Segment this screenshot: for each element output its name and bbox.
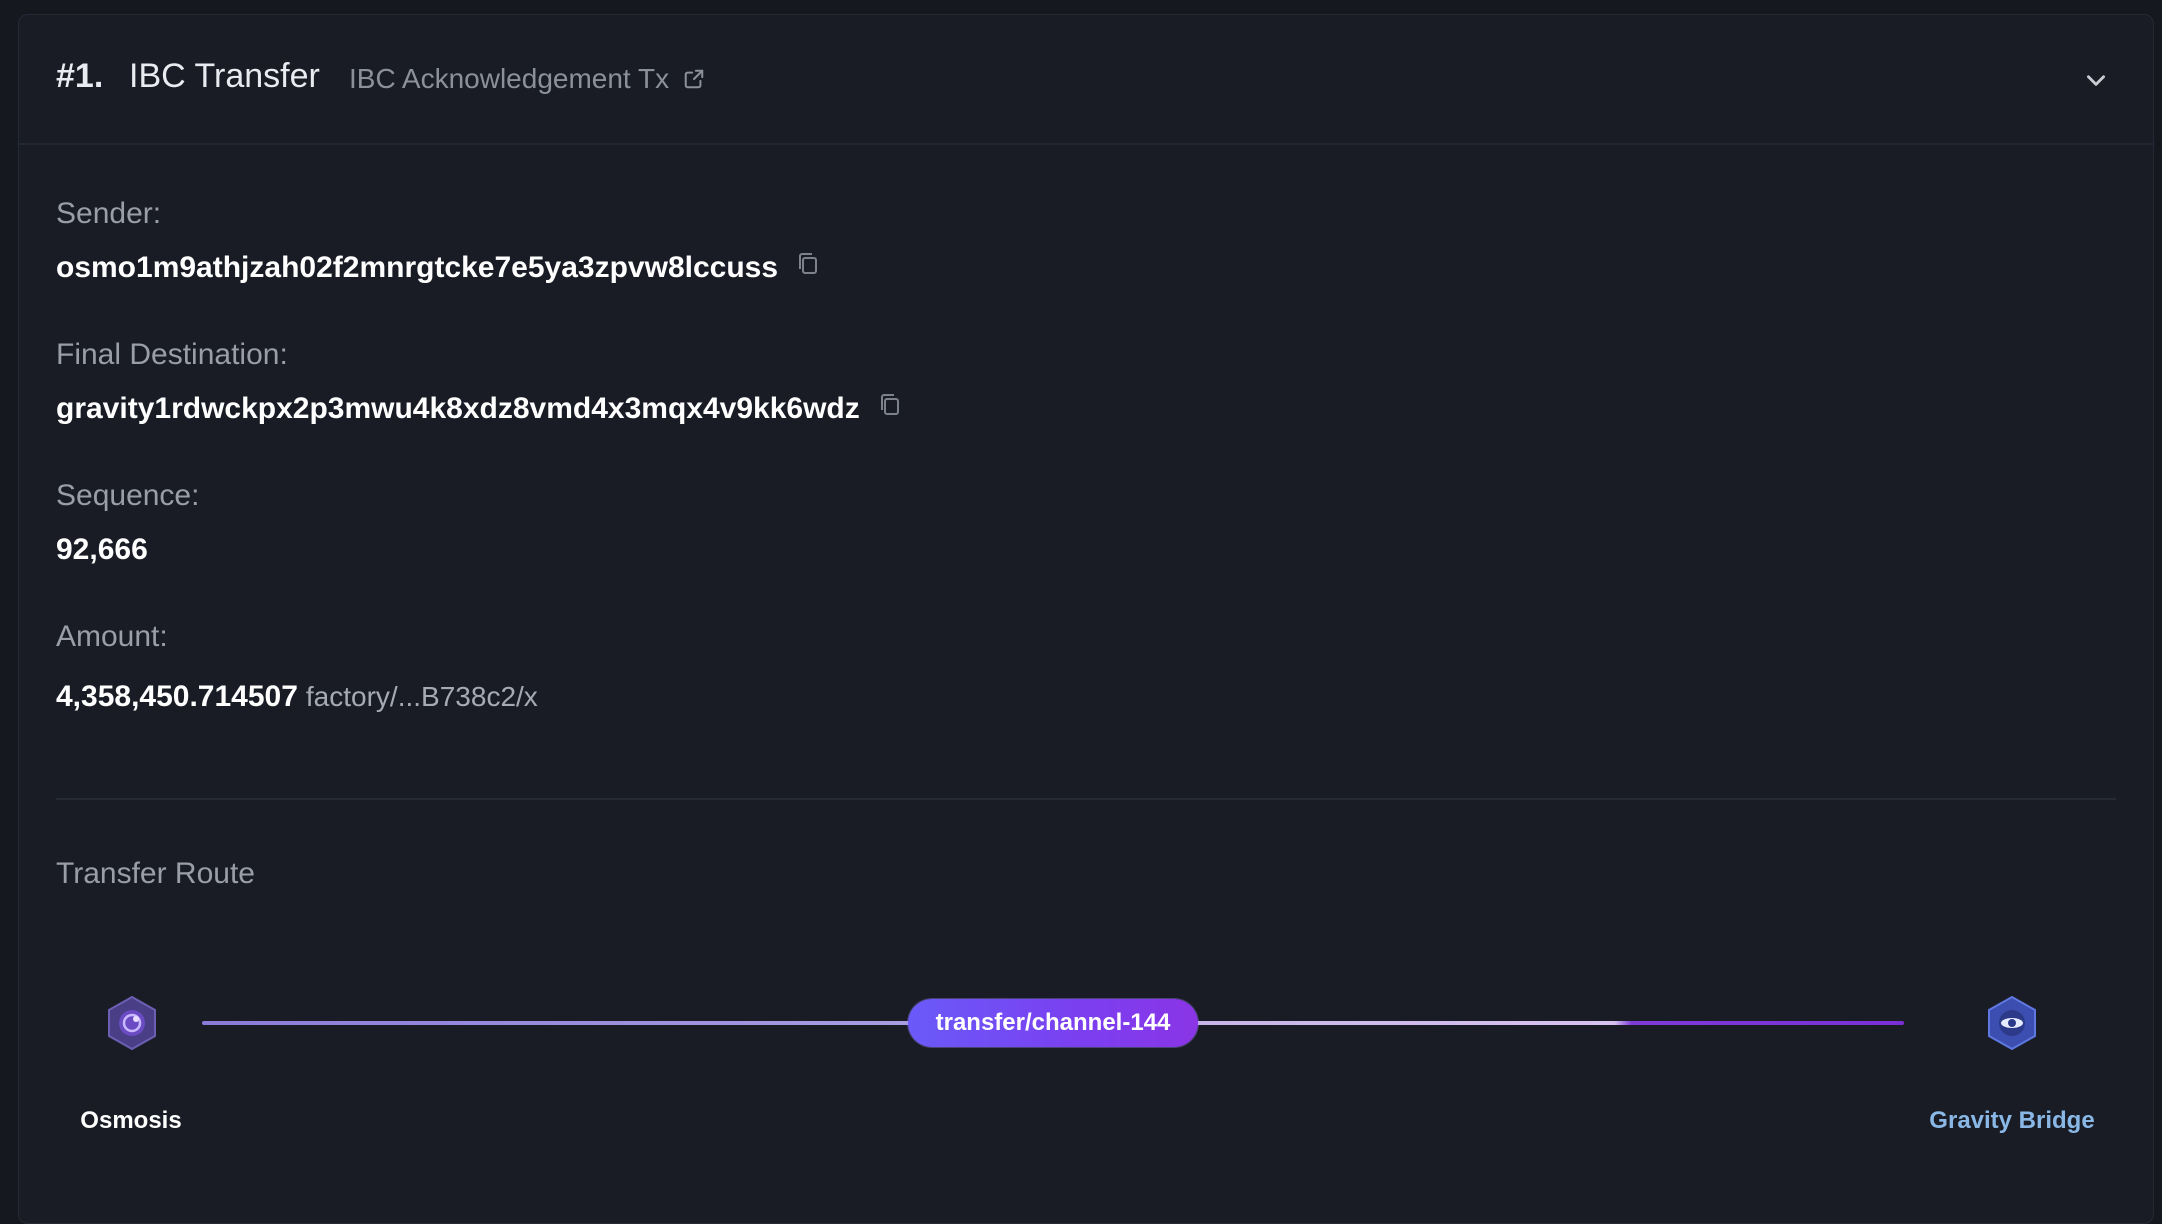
destination-chain-label[interactable]: Gravity Bridge: [1929, 1107, 2094, 1135]
destination-field: Final Destination: gravity1rdwckpx2p3mwu…: [56, 338, 902, 426]
sender-label: Sender:: [56, 197, 162, 230]
sequence-value: 92,666: [56, 533, 148, 566]
amount-value: 4,358,450.714507: [56, 680, 298, 713]
osmosis-icon: [104, 995, 160, 1051]
channel-badge: transfer/channel-144: [908, 999, 1198, 1047]
destination-value: gravity1rdwckpx2p3mwu4k8xdz8vmd4x3mqx4v9…: [56, 392, 860, 425]
copy-sender-icon[interactable]: [796, 251, 820, 285]
transfer-card: #1. IBC Transfer IBC Acknowledgement Tx …: [18, 14, 2154, 1224]
copy-destination-icon[interactable]: [878, 392, 902, 426]
gravity-bridge-icon: [1984, 995, 2040, 1051]
card-header[interactable]: #1. IBC Transfer IBC Acknowledgement Tx: [19, 15, 2153, 145]
sender-field: Sender: osmo1m9athjzah02f2mnrgtcke7e5ya3…: [56, 197, 820, 285]
amount-field: Amount: 4,358,450.714507 factory/...B738…: [56, 620, 538, 714]
sender-value: osmo1m9athjzah02f2mnrgtcke7e5ya3zpvw8lcc…: [56, 251, 779, 284]
transfer-route-title: Transfer Route: [56, 857, 255, 890]
transfer-route: transfer/channel-144 Osmosis Gravity Bri…: [19, 995, 2155, 1155]
sequence-field: Sequence: 92,666: [56, 479, 199, 567]
section-divider: [56, 798, 2116, 800]
ack-tx-label: IBC Acknowledgement Tx: [349, 63, 670, 94]
amount-denom: factory/...B738c2/x: [305, 681, 538, 712]
transfer-title: IBC Transfer: [129, 57, 320, 95]
amount-label: Amount:: [56, 620, 168, 653]
sequence-label: Sequence:: [56, 479, 200, 512]
external-link-icon: [683, 68, 705, 90]
ack-tx-link[interactable]: IBC Acknowledgement Tx: [349, 63, 705, 95]
transfer-index: #1.: [56, 57, 104, 95]
chevron-down-icon[interactable]: [2083, 67, 2109, 98]
destination-label: Final Destination:: [56, 338, 288, 371]
source-chain-label: Osmosis: [80, 1107, 182, 1134]
